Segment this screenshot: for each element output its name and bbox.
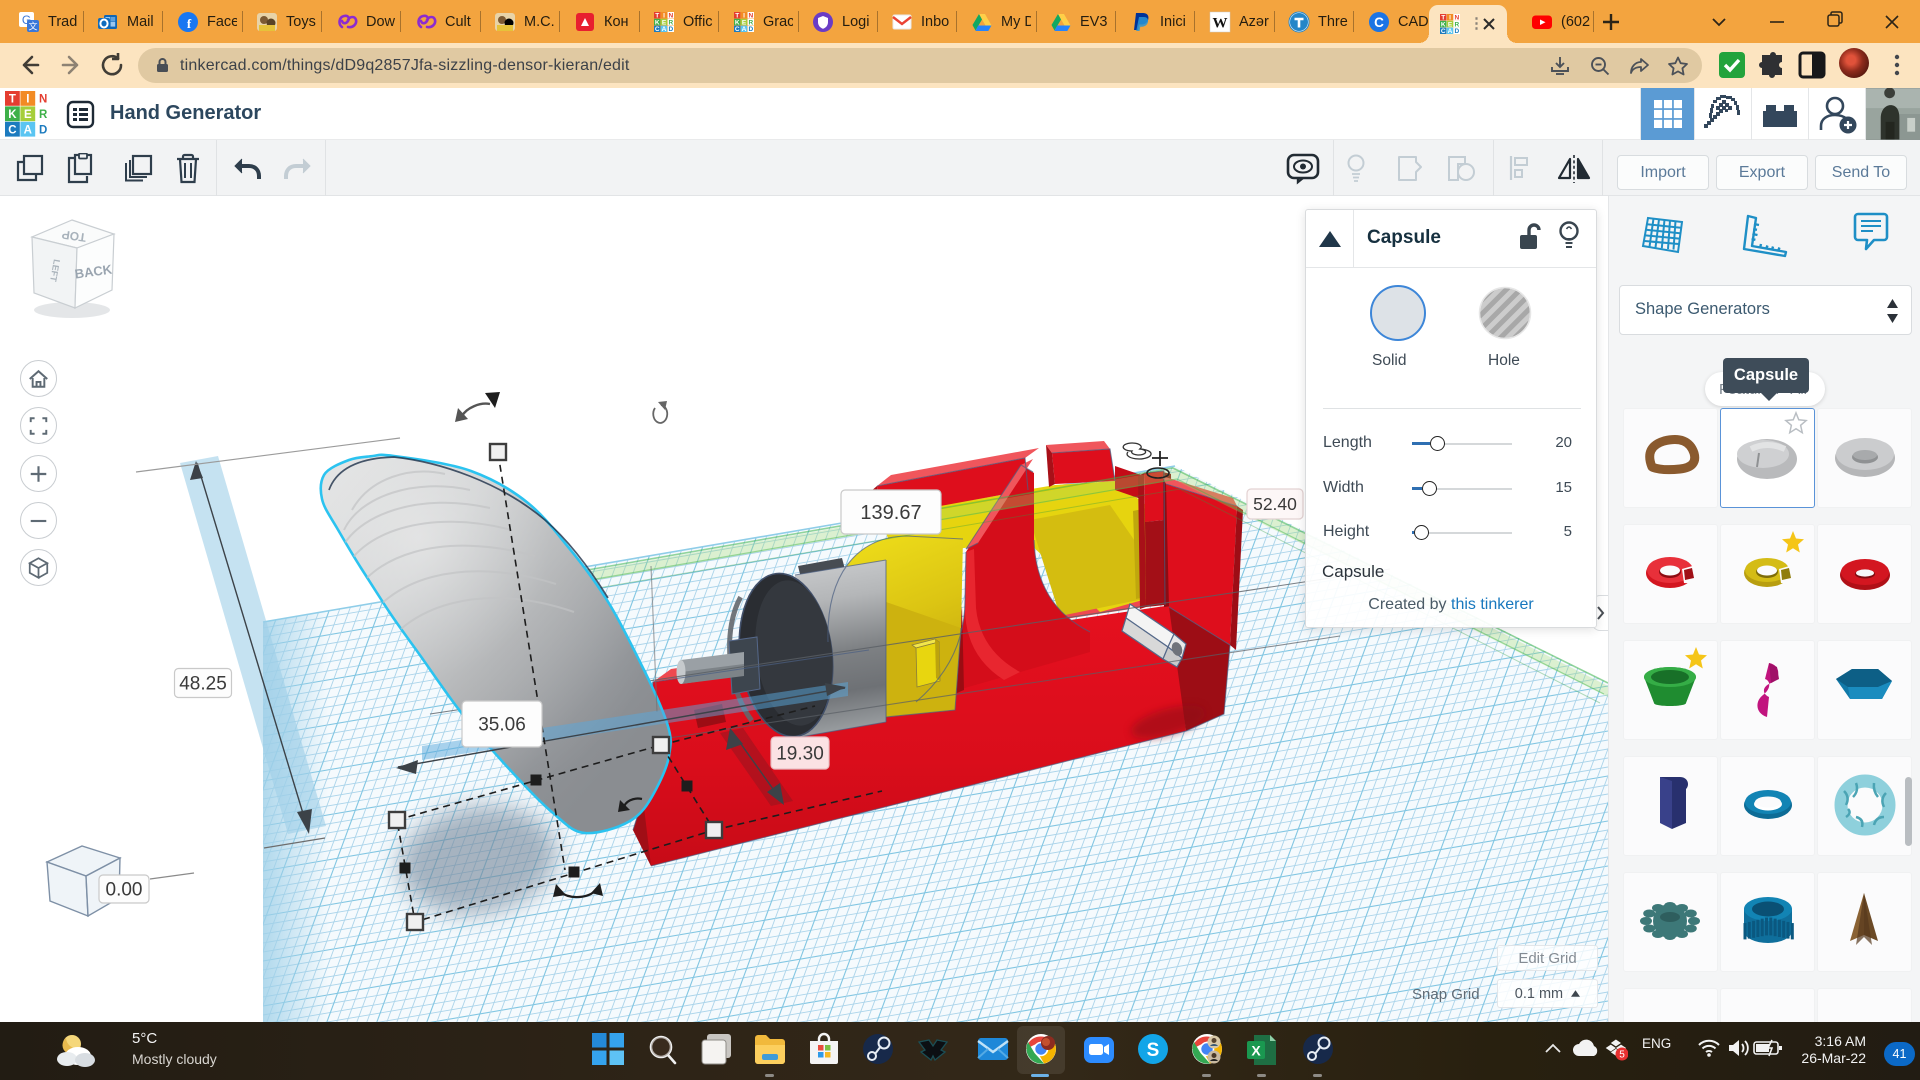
svg-text:D: D xyxy=(39,124,47,136)
svg-text:A: A xyxy=(742,26,747,33)
svg-text:R: R xyxy=(39,109,48,121)
svg-text:5: 5 xyxy=(1619,1050,1625,1061)
svg-text:C: C xyxy=(1441,28,1446,35)
svg-text:19.30: 19.30 xyxy=(776,744,824,765)
svg-text:D: D xyxy=(1454,28,1459,35)
svg-text:K: K xyxy=(8,109,17,121)
svg-text:A: A xyxy=(24,124,32,136)
svg-text:A: A xyxy=(662,26,667,33)
svg-text:W: W xyxy=(1213,15,1228,31)
svg-text:X: X xyxy=(1251,1043,1261,1059)
svg-text:N: N xyxy=(39,94,47,106)
svg-text:C: C xyxy=(8,124,16,136)
svg-text:52.40: 52.40 xyxy=(1253,494,1297,514)
svg-text:C: C xyxy=(1374,15,1384,30)
svg-text:C: C xyxy=(735,26,740,33)
svg-text:D: D xyxy=(748,26,753,33)
svg-text:48.25: 48.25 xyxy=(179,674,227,695)
svg-text:35.06: 35.06 xyxy=(478,715,526,736)
svg-text:I: I xyxy=(26,94,29,106)
svg-text:S: S xyxy=(1147,1040,1160,1061)
svg-text:D: D xyxy=(668,26,673,33)
svg-text:C: C xyxy=(655,26,660,33)
svg-text:文: 文 xyxy=(28,20,37,31)
svg-text:0.00: 0.00 xyxy=(106,880,143,901)
svg-text:139.67: 139.67 xyxy=(860,502,921,524)
svg-text:E: E xyxy=(24,109,32,121)
svg-text:f: f xyxy=(187,16,192,31)
svg-text:A: A xyxy=(1448,28,1453,35)
svg-text:T: T xyxy=(9,94,16,106)
